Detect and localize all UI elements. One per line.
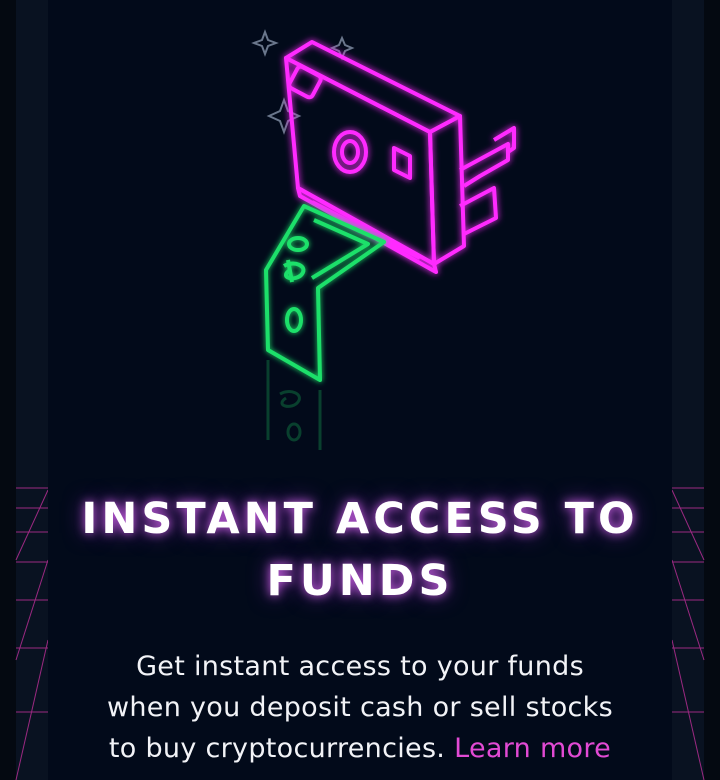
feature-title: INSTANT ACCESS TO FUNDS (68, 488, 652, 612)
right-edge-panel (672, 0, 720, 780)
left-neon-grid (15, 487, 48, 780)
description-line-2: when you deposit cash or sell stocks (107, 692, 613, 723)
left-edge-panel (0, 0, 48, 780)
learn-more-link[interactable]: Learn more (454, 733, 611, 764)
feature-title-line-2: FUNDS (266, 556, 454, 606)
feature-description: Get instant access to your funds when yo… (58, 646, 662, 769)
feature-card: INSTANT ACCESS TO FUNDS Get instant acce… (48, 0, 672, 780)
onboarding-screen: INSTANT ACCESS TO FUNDS Get instant acce… (0, 0, 720, 780)
right-neon-grid (672, 487, 705, 780)
description-line-3-text: to buy cryptocurrencies. (108, 733, 446, 764)
description-line-3: to buy cryptocurrencies. Learn more (58, 728, 662, 769)
feature-title-line-1: INSTANT ACCESS TO (81, 494, 639, 544)
description-line-1: Get instant access to your funds (136, 651, 584, 682)
neon-camera-dollar-icon (251, 29, 516, 450)
